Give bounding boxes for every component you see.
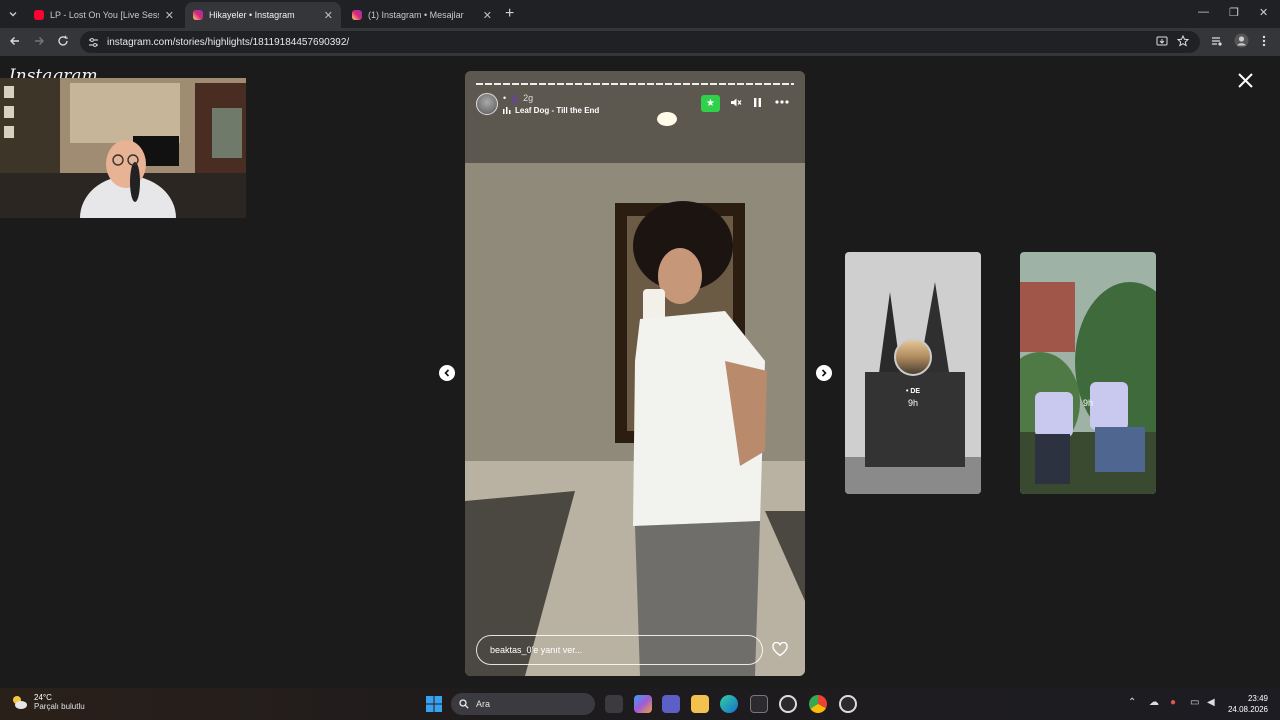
story-time: 2g: [523, 93, 534, 103]
reload-button[interactable]: [57, 35, 69, 47]
user-icon: [510, 94, 519, 103]
tab-title: Hikayeler • Instagram: [209, 10, 295, 20]
pause-button[interactable]: [753, 97, 762, 108]
volume-icon[interactable]: ◀: [1207, 697, 1215, 708]
forward-button[interactable]: [33, 35, 45, 47]
close-friends-star-icon: ★: [701, 95, 720, 112]
reload-icon: [58, 35, 68, 46]
pause-icon: [754, 98, 761, 107]
tab-bar: LP - Lost On You [Live Session] ✕ Hikaye…: [0, 0, 1280, 28]
site-info-icon[interactable]: [88, 37, 99, 48]
minimize-button[interactable]: —: [1198, 6, 1209, 18]
start-button[interactable]: [426, 696, 442, 712]
back-button[interactable]: [9, 35, 21, 47]
close-story-button[interactable]: [1237, 72, 1254, 89]
instagram-favicon-icon: [193, 10, 203, 20]
more-icon: [775, 100, 789, 104]
story-author-avatar[interactable]: [476, 93, 498, 115]
tab-title: LP - Lost On You [Live Session]: [50, 10, 159, 20]
chevron-left-icon: [444, 369, 450, 377]
tab-youtube[interactable]: LP - Lost On You [Live Session] ✕: [26, 2, 182, 28]
clock-date: 24.08.2026: [1227, 705, 1268, 714]
active-story[interactable]: • 2g Leaf Dog - Till the End ★ beaktas_0…: [465, 71, 805, 676]
weather-temp: 24°C: [34, 693, 52, 702]
file-explorer-icon[interactable]: [691, 695, 709, 713]
reply-input[interactable]: beaktas_0'e yanıt ver...: [476, 635, 763, 665]
new-tab-button[interactable]: +: [505, 5, 514, 23]
address-toolbar: instagram.com/stories/highlights/1811918…: [0, 28, 1280, 56]
install-app-icon[interactable]: [1156, 35, 1168, 47]
close-tab-icon[interactable]: ✕: [165, 9, 174, 22]
like-button[interactable]: [772, 642, 788, 657]
windows-icon: [426, 696, 442, 712]
music-bars-icon: [503, 107, 511, 114]
previous-story-button[interactable]: [439, 365, 455, 381]
taskbar: 24°C Parçalı bulutlu Ara ⌃ ☁ ● ▭ ◀ 23:49…: [0, 688, 1280, 720]
tab-title: (1) Instagram • Mesajlar: [368, 10, 464, 20]
mute-button[interactable]: [730, 97, 742, 108]
chevron-down-icon: [9, 12, 17, 17]
browser-menu-icon[interactable]: [1262, 35, 1266, 47]
story-username[interactable]: •: [503, 93, 506, 103]
search-label: Ara: [476, 699, 491, 709]
reply-placeholder: beaktas_0'e yanıt ver...: [490, 645, 583, 655]
search-icon: [459, 699, 469, 709]
thumbnail-image: [1020, 252, 1156, 494]
upcoming-story-1[interactable]: • DE 9h: [845, 252, 981, 494]
tab-stories[interactable]: Hikayeler • Instagram ✕: [185, 2, 341, 28]
close-tab-icon[interactable]: ✕: [483, 9, 492, 22]
story-progress-bar: [476, 83, 794, 85]
clock-time: 23:49: [1247, 694, 1268, 703]
store-icon[interactable]: [750, 695, 768, 713]
stories-viewer: Instagram • 2g Leaf Dog - Till the End ★…: [0, 56, 1280, 688]
close-tab-icon[interactable]: ✕: [324, 9, 333, 22]
story-time: 9h: [1082, 398, 1093, 408]
network-icon[interactable]: ▭: [1190, 697, 1199, 708]
media-controls-icon[interactable]: [1211, 35, 1223, 47]
show-hidden-icons-icon[interactable]: ⌃: [1128, 697, 1136, 708]
instagram-favicon-icon: [352, 10, 362, 20]
chatgpt-icon[interactable]: [779, 695, 797, 713]
close-window-button[interactable]: ✕: [1259, 6, 1268, 19]
tab-search-button[interactable]: [4, 5, 22, 23]
tab-messages[interactable]: (1) Instagram • Mesajlar ✕: [344, 2, 500, 28]
taskbar-search[interactable]: Ara: [451, 693, 595, 715]
profile-avatar[interactable]: [1234, 33, 1249, 48]
story-author-name: • DE: [905, 388, 921, 395]
maximize-button[interactable]: ❐: [1229, 6, 1239, 19]
mute-icon: [731, 98, 742, 107]
youtube-favicon-icon: [34, 10, 44, 20]
back-arrow-icon: [10, 37, 19, 45]
weather-desc: Parçalı bulutlu: [34, 702, 85, 711]
story-music[interactable]: Leaf Dog - Till the End: [503, 106, 599, 115]
task-view-icon[interactable]: [605, 695, 623, 713]
chatgpt-icon[interactable]: [839, 695, 857, 713]
song-title: Leaf Dog - Till the End: [515, 106, 600, 115]
story-photo: [465, 71, 805, 676]
story-options-button[interactable]: [775, 100, 789, 104]
teams-icon[interactable]: [662, 695, 680, 713]
onedrive-icon[interactable]: ☁: [1149, 697, 1159, 708]
heart-icon: [772, 642, 788, 657]
system-clock[interactable]: 23:49 24.08.2026: [1226, 693, 1268, 715]
webcam-overlay: [0, 78, 246, 218]
copilot-icon[interactable]: [634, 695, 652, 713]
chrome-icon[interactable]: [809, 695, 827, 713]
forward-arrow-icon: [35, 37, 44, 45]
weather-widget[interactable]: 24°C Parçalı bulutlu: [10, 693, 85, 711]
edge-icon[interactable]: [720, 695, 738, 713]
story-time: 9h: [907, 398, 918, 408]
url-text[interactable]: instagram.com/stories/highlights/1811918…: [107, 37, 349, 48]
bookmark-star-icon[interactable]: [1177, 35, 1189, 47]
story-header: • 2g: [503, 93, 533, 103]
upcoming-story-2[interactable]: 9h: [1020, 252, 1156, 494]
address-bar[interactable]: instagram.com/stories/highlights/1811918…: [80, 31, 1200, 53]
partly-cloudy-icon: [13, 696, 27, 709]
microphone-icon[interactable]: ●: [1170, 697, 1176, 708]
next-story-button[interactable]: [816, 365, 832, 381]
close-icon: [1238, 73, 1253, 88]
chevron-right-icon: [821, 369, 827, 377]
story-author-avatar: [894, 338, 932, 376]
